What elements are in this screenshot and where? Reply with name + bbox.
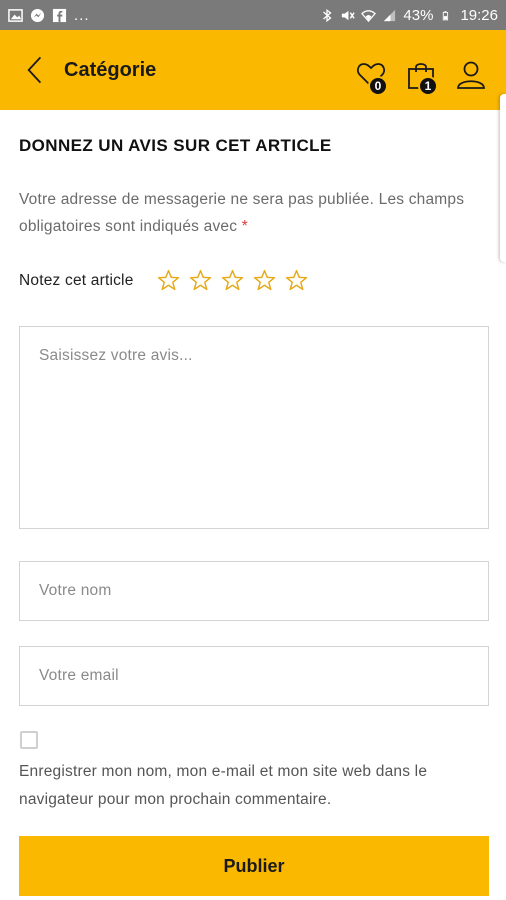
wishlist-button[interactable]: 0: [356, 60, 390, 96]
star-icon[interactable]: [284, 268, 309, 293]
rating-row: Notez cet article: [19, 268, 309, 293]
star-rating: [156, 268, 309, 293]
image-icon: [8, 8, 23, 23]
chevron-left-icon: [27, 56, 42, 84]
clock: 19:26: [460, 6, 498, 24]
review-textarea[interactable]: [19, 326, 489, 529]
messenger-icon: [30, 8, 45, 23]
mute-icon: [340, 8, 356, 23]
battery-level: 43%: [403, 6, 434, 24]
rating-label: Notez cet article: [19, 271, 134, 289]
back-button[interactable]: [20, 54, 50, 86]
app-header: Catégorie 0 1: [0, 30, 506, 110]
page-title: Catégorie: [64, 59, 157, 81]
star-icon[interactable]: [188, 268, 213, 293]
battery-icon: [439, 8, 454, 23]
status-left: ...: [8, 7, 90, 24]
scroll-indicator[interactable]: [500, 94, 506, 262]
status-bar: ... 43% 19:26: [0, 0, 506, 30]
star-icon[interactable]: [156, 268, 181, 293]
wishlist-count-badge: 0: [368, 76, 388, 96]
review-form-title: DONNEZ UN AVIS SUR CET ARTICLE: [19, 136, 332, 155]
cart-button[interactable]: 1: [406, 60, 440, 96]
publish-button[interactable]: Publier: [19, 836, 489, 896]
wifi-icon: [361, 8, 377, 23]
name-field[interactable]: [19, 561, 489, 621]
star-icon[interactable]: [220, 268, 245, 293]
email-notice: Votre adresse de messagerie ne sera pas …: [19, 186, 489, 240]
account-button[interactable]: [456, 60, 490, 94]
signal-icon: [382, 8, 397, 23]
status-overflow-dots: ...: [74, 6, 90, 24]
cart-count-badge: 1: [418, 76, 438, 96]
user-icon: [457, 61, 485, 89]
star-icon[interactable]: [252, 268, 277, 293]
save-info-checkbox[interactable]: [20, 731, 38, 749]
bluetooth-icon: [319, 8, 334, 23]
email-field[interactable]: [19, 646, 489, 706]
facebook-icon: [52, 8, 67, 23]
required-mark: *: [241, 218, 248, 235]
save-info-label: Enregistrer mon nom, mon e-mail et mon s…: [19, 763, 428, 808]
status-right: 43% 19:26: [319, 7, 498, 24]
